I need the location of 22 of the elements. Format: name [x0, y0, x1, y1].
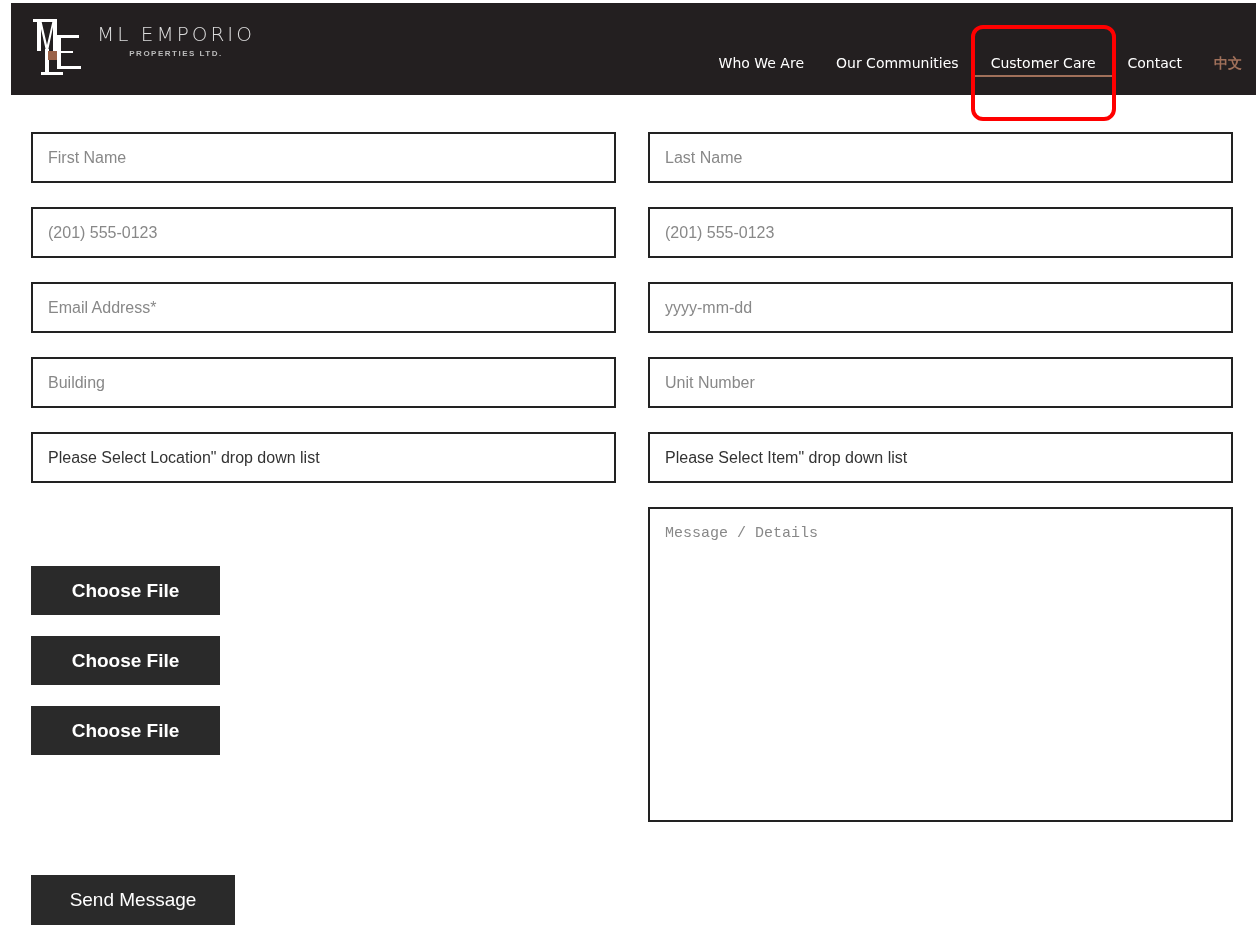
dropdown-field[interactable]: Please Select Location" drop down list [31, 432, 616, 483]
input-field[interactable]: Email Address* [31, 282, 616, 333]
input-field[interactable]: Unit Number [648, 357, 1233, 408]
choose-file-button[interactable]: Choose File [31, 566, 220, 615]
nav-link[interactable]: Who We Are [702, 55, 820, 77]
nav-link[interactable]: Contact [1111, 55, 1198, 77]
message-field[interactable]: Message / Details [648, 507, 1233, 822]
input-field[interactable]: yyyy-mm-dd [648, 282, 1233, 333]
input-field[interactable]: Last Name [648, 132, 1233, 183]
input-field[interactable]: First Name [31, 132, 616, 183]
input-field[interactable]: (201) 555-0123 [648, 207, 1233, 258]
brand-name: ML EMPORIO [97, 22, 255, 46]
nav-link[interactable]: Customer Care [974, 55, 1112, 77]
choose-file-button[interactable]: Choose File [31, 636, 220, 685]
choose-file-button[interactable]: Choose File [31, 706, 220, 755]
nav-link[interactable]: Our Communities [820, 55, 975, 77]
dropdown-field[interactable]: Please Select Item" drop down list [648, 432, 1233, 483]
input-field[interactable]: (201) 555-0123 [31, 207, 616, 258]
input-field[interactable]: Building [31, 357, 616, 408]
send-message-button[interactable]: Send Message [31, 875, 235, 925]
language-link[interactable]: 中文 [1198, 55, 1242, 79]
brand-tagline: PROPERTIES LTD. [129, 49, 223, 58]
